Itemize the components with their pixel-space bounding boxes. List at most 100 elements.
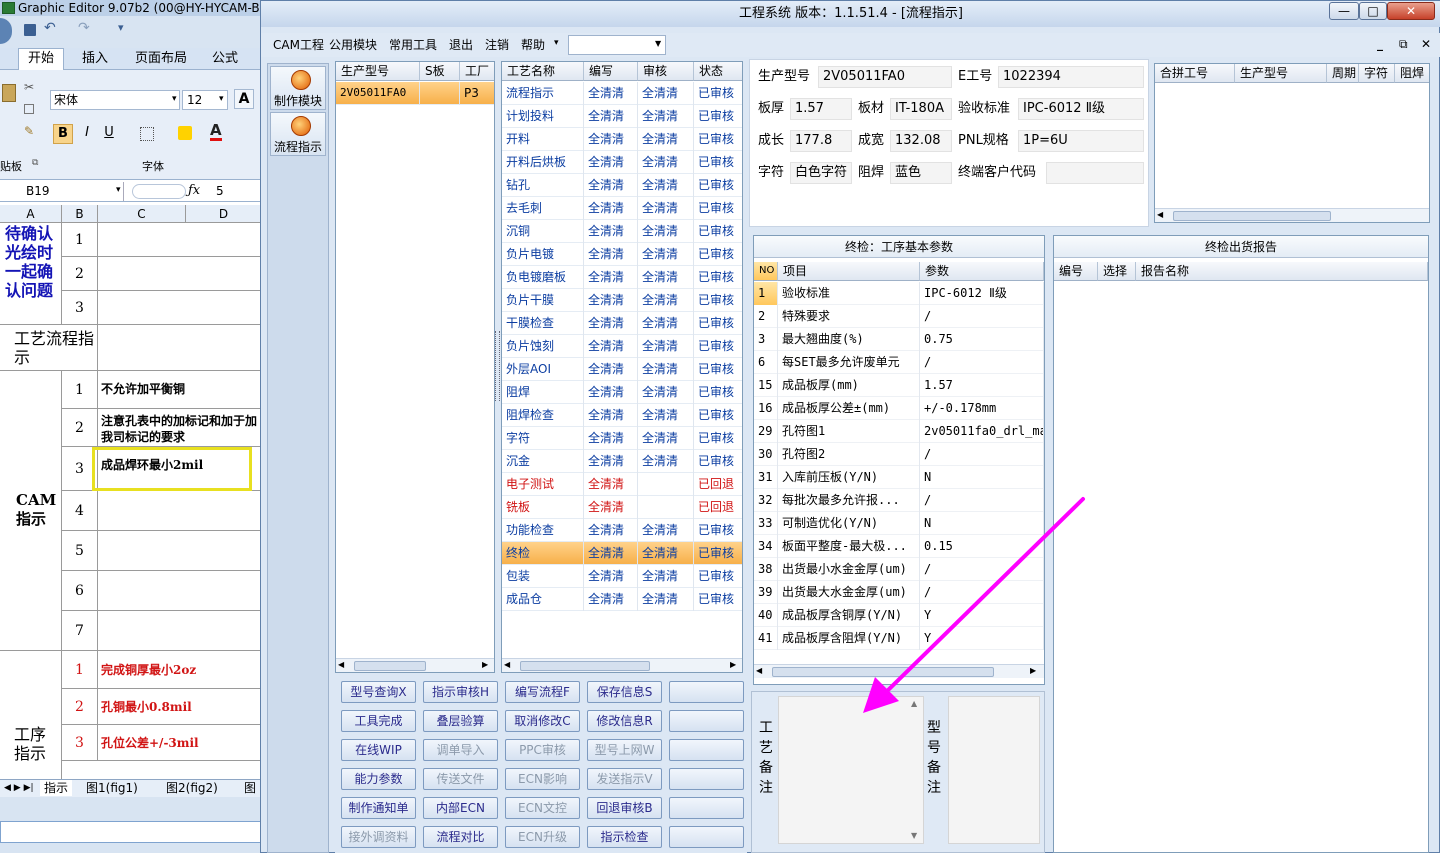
mdi-close-icon[interactable]: ✕ (1421, 37, 1431, 51)
scroll-left-icon[interactable]: ◀ (1157, 210, 1163, 219)
splitter-handle[interactable] (495, 331, 500, 401)
factory-col-header[interactable]: 工厂 (460, 62, 494, 81)
text-cell[interactable] (98, 291, 262, 325)
param-row[interactable]: 2 特殊要求 / (754, 305, 1044, 328)
action-button[interactable]: 工具完成 (341, 710, 416, 732)
param-row[interactable]: 3 最大翘曲度(%) 0.75 (754, 328, 1044, 351)
menu-cam[interactable]: CAM工程 (273, 37, 324, 53)
solder-mask-value[interactable]: 蓝色 (890, 162, 952, 184)
process-row[interactable]: 沉金 全清清 全清清 已审核 (502, 450, 742, 473)
office-button[interactable] (0, 18, 12, 44)
cell-confirm-issues[interactable]: 待确认光绘时一起确认问题 (0, 223, 62, 325)
row-number-cell[interactable]: 7 (62, 611, 98, 651)
process-row[interactable]: 钻孔 全清清 全清清 已审核 (502, 174, 742, 197)
tab-formulas[interactable]: 公式 (212, 51, 238, 67)
menu-help[interactable]: 帮助 (521, 37, 545, 53)
menu-common-tools[interactable]: 常用工具 (389, 37, 437, 53)
text-cell[interactable]: 不允许加平衡铜 (98, 371, 262, 409)
action-button[interactable] (669, 797, 744, 819)
save-icon[interactable] (24, 24, 36, 36)
process-name-header[interactable]: 工艺名称 (502, 62, 584, 81)
write-header[interactable]: 编写 (584, 62, 638, 81)
action-button[interactable]: 叠层验算 (423, 710, 498, 732)
text-cell[interactable]: 完成铜厚最小2oz (98, 651, 262, 689)
scroll-down-icon[interactable]: ▼ (911, 831, 917, 840)
sheet-tab[interactable]: 图1(fig1) (86, 780, 138, 796)
column-header[interactable]: C (98, 205, 186, 223)
action-button[interactable] (669, 768, 744, 790)
row-number-cell[interactable]: 3 (62, 725, 98, 761)
params-no-header[interactable]: NO (754, 262, 778, 281)
cut-icon[interactable]: ✂ (24, 80, 34, 94)
name-box-dropdown-icon[interactable]: ▾ (116, 185, 121, 195)
process-row[interactable]: 沉铜 全清清 全清清 已审核 (502, 220, 742, 243)
action-button[interactable]: 调单导入 (423, 739, 498, 761)
action-button[interactable]: 回退审核B (587, 797, 662, 819)
action-button[interactable]: ECN升级 (505, 826, 580, 848)
process-row[interactable]: 成品仓 全清清 全清清 已审核 (502, 588, 742, 611)
process-row[interactable]: 去毛刺 全清清 全清清 已审核 (502, 197, 742, 220)
material-value[interactable]: IT-180A (890, 98, 952, 120)
row-number-cell[interactable]: 4 (62, 491, 98, 531)
merge-header[interactable]: 生产型号 (1235, 64, 1327, 83)
length-value[interactable]: 177.8 (790, 130, 852, 152)
process-row[interactable]: 包装 全清清 全清清 已审核 (502, 565, 742, 588)
merge-header[interactable]: 周期 (1327, 64, 1359, 83)
process-row[interactable]: 阻焊检查 全清清 全清清 已审核 (502, 404, 742, 427)
action-button[interactable]: 制作通知单 (341, 797, 416, 819)
cell-cam-instruction[interactable]: CAM指示 (0, 371, 62, 651)
text-cell[interactable] (98, 257, 262, 291)
review-header[interactable]: 审核 (638, 62, 694, 81)
process-row[interactable]: 流程指示 全清清 全清清 已审核 (502, 82, 742, 105)
font-name-box[interactable]: 宋体 (50, 90, 180, 110)
border-icon[interactable] (140, 127, 154, 141)
row-number-cell[interactable]: 1 (62, 223, 98, 257)
process-row[interactable]: 计划投料 全清清 全清清 已审核 (502, 105, 742, 128)
param-row[interactable]: 1 验收标准 IPC-6012 Ⅱ级 (754, 282, 1044, 305)
sheet-tab[interactable]: 图 (244, 780, 256, 796)
action-button[interactable]: 型号查询X (341, 681, 416, 703)
row-number-cell[interactable]: 6 (62, 571, 98, 611)
grow-font-icon[interactable]: A (234, 89, 254, 109)
model-col-header[interactable]: 生产型号 (336, 62, 420, 81)
pnl-value[interactable]: 1P=6U (1018, 130, 1144, 152)
customer-code-value[interactable] (1046, 162, 1144, 184)
customize-icon[interactable]: ▾ (118, 21, 124, 34)
sheet-nav-icon[interactable]: ◀ ▶ ▶| (4, 780, 34, 796)
toolbar-combo[interactable] (568, 35, 666, 55)
menu-common-module[interactable]: 公用模块 (329, 37, 377, 53)
text-cell[interactable] (98, 611, 262, 651)
process-row[interactable]: 开料 全清清 全清清 已审核 (502, 128, 742, 151)
scroll-left-icon[interactable]: ◀ (504, 660, 510, 669)
width-value[interactable]: 132.08 (890, 130, 952, 152)
action-button[interactable]: 能力参数 (341, 768, 416, 790)
redo-icon[interactable]: ↷ (78, 20, 90, 36)
action-button[interactable] (669, 739, 744, 761)
param-row[interactable]: 30 孔符图2/ (754, 443, 1044, 466)
row-number-cell[interactable]: 1 (62, 371, 98, 409)
scroll-left-icon[interactable]: ◀ (338, 660, 344, 669)
params-value-header[interactable]: 参数 (920, 262, 1044, 281)
process-row[interactable]: 负片蚀刻 全清清 全清清 已审核 (502, 335, 742, 358)
sheet-tab-active[interactable]: 指示 (40, 780, 73, 796)
process-row[interactable]: 功能检查 全清清 全清清 已审核 (502, 519, 742, 542)
text-cell[interactable] (98, 531, 262, 571)
text-cell[interactable]: 孔位公差+/-3mil (98, 725, 262, 761)
action-button[interactable]: 在线WIP (341, 739, 416, 761)
action-button[interactable] (669, 710, 744, 732)
text-cell[interactable] (98, 571, 262, 611)
action-button[interactable]: 内部ECN (423, 797, 498, 819)
column-header[interactable]: A (0, 205, 62, 223)
param-row[interactable]: 29 孔符图1 2v05011fa0_drl_ma (754, 420, 1044, 443)
combo-dropdown-icon[interactable]: ▼ (655, 39, 661, 48)
action-button[interactable]: 保存信息S (587, 681, 662, 703)
row-number-cell[interactable]: 2 (62, 409, 98, 447)
process-row[interactable]: 开料后烘板 全清清 全清清 已审核 (502, 151, 742, 174)
sidebar-item-make-module[interactable]: 制作模块 (270, 66, 326, 110)
action-button[interactable] (669, 826, 744, 848)
action-button[interactable]: 取消修改C (505, 710, 580, 732)
model-row[interactable]: 2V05011FA0 P3 (336, 82, 494, 105)
spreadsheet-grid[interactable]: A B C D 待确认光绘时一起确认问题 工艺流程指示 CAM指示 工序指示 1… (0, 205, 262, 781)
param-row[interactable]: 31 入库前压板(Y/N) N (754, 466, 1044, 489)
action-button[interactable]: 接外调资料 (341, 826, 416, 848)
